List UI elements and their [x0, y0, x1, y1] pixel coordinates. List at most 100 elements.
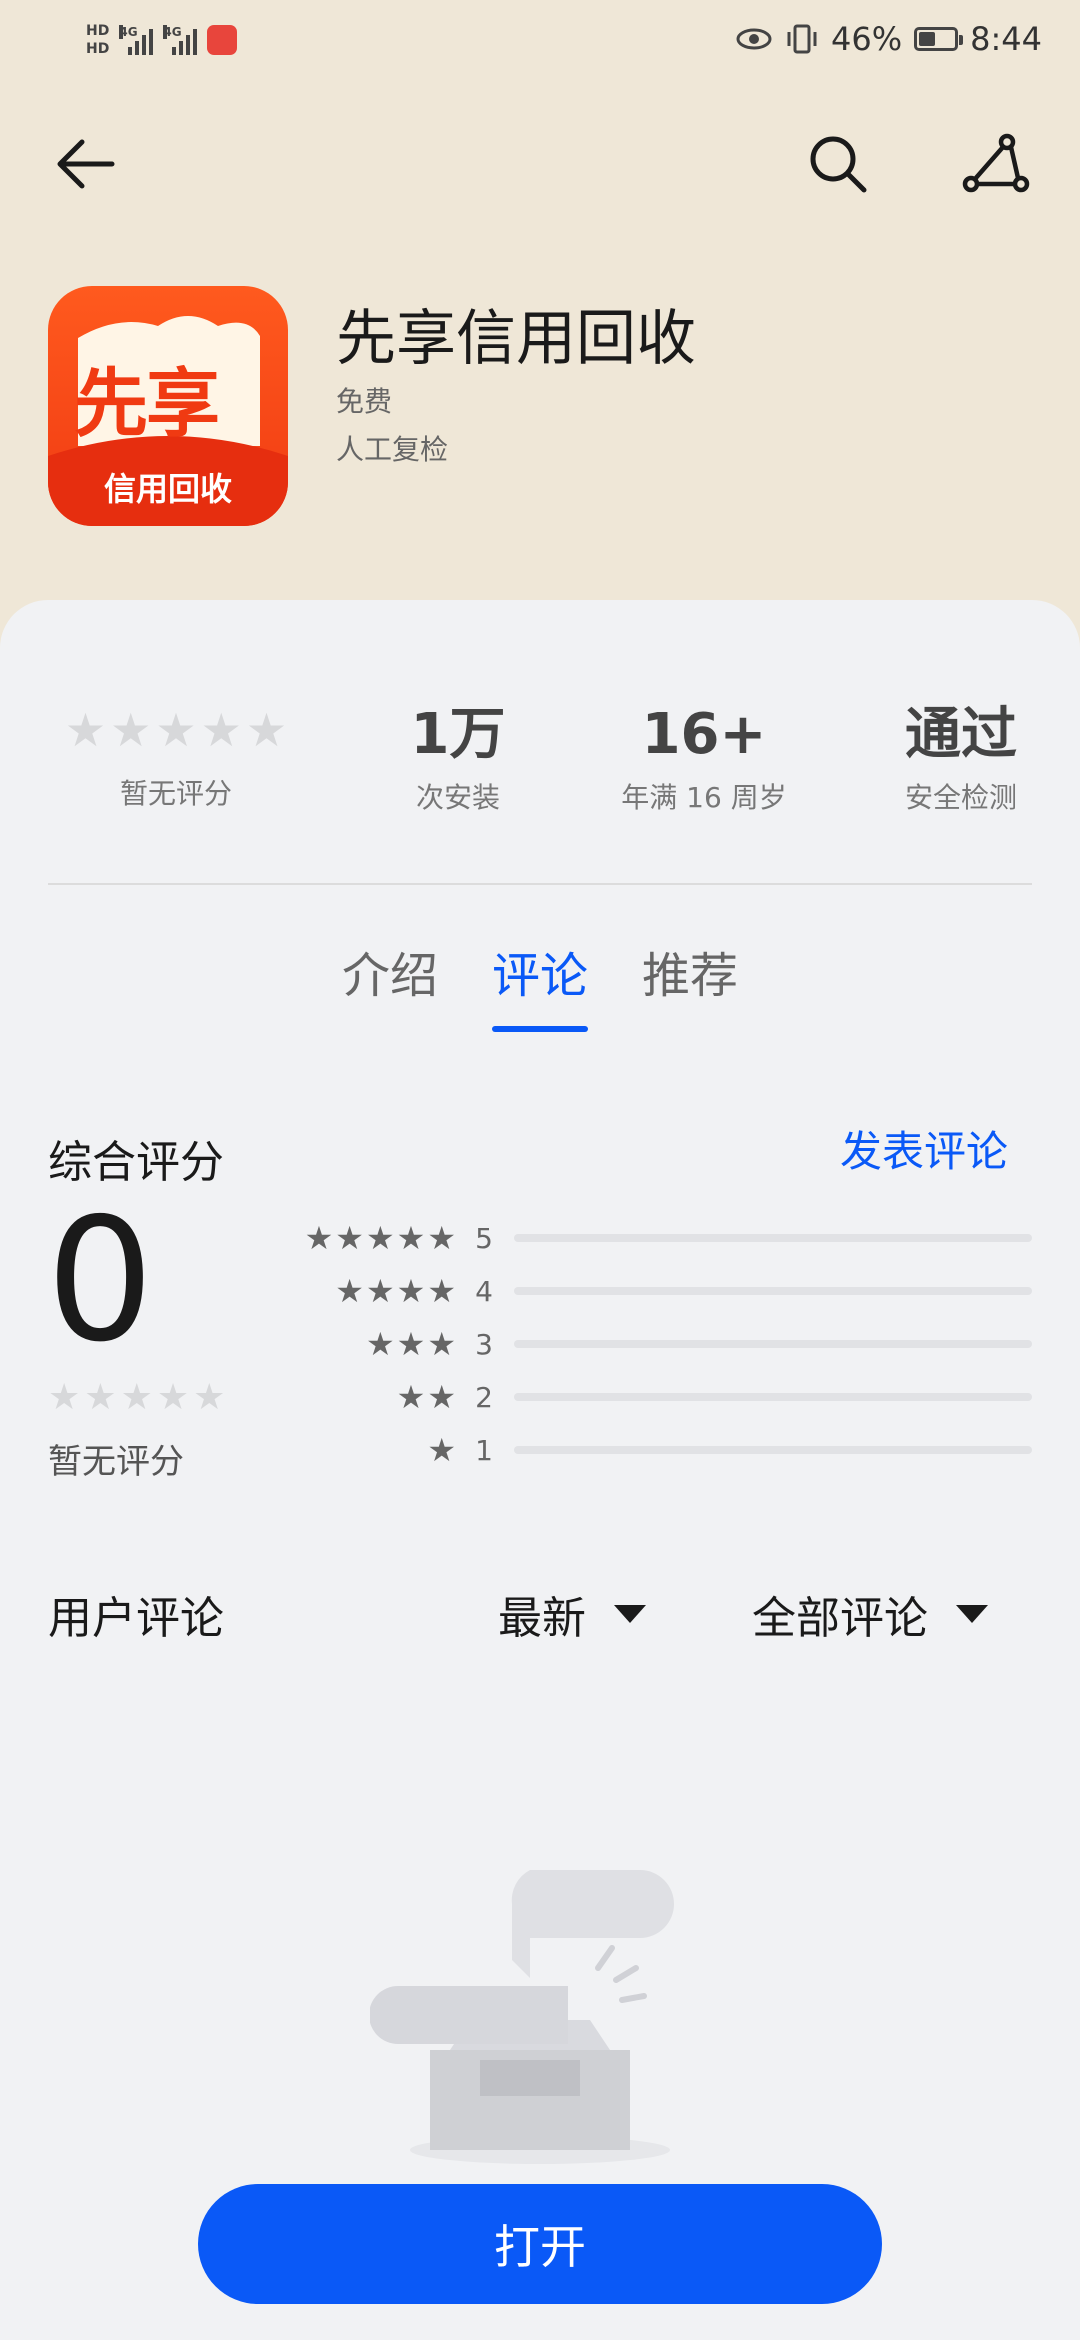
sort-label: 最新: [498, 1593, 586, 1644]
overall-score: 0: [46, 1182, 155, 1380]
app-icon-text-top: 先享: [74, 361, 220, 447]
tab-recommend[interactable]: 推荐: [642, 936, 738, 1032]
dropdown-triangle-icon: [956, 1605, 988, 1623]
hd2-label: HD: [86, 41, 110, 57]
installs-label: 次安装: [415, 781, 500, 814]
tab-reviews[interactable]: 评论: [491, 936, 589, 1032]
star-icon: ★: [48, 1377, 81, 1418]
star-icon: ★: [200, 703, 242, 757]
rating-row-number: 1: [475, 1433, 493, 1467]
no-rating-label: 暂无评分: [48, 1442, 184, 1482]
empty-comments-illustration: [370, 1870, 674, 2164]
battery-icon: [914, 27, 964, 51]
star-icon: ★: [245, 703, 288, 757]
rating-row-stars: ★: [270, 1431, 456, 1469]
dropdown-triangle-icon: [614, 1605, 646, 1623]
security-value: 通过: [905, 702, 1017, 767]
overall-stars: ★ ★ ★ ★ ★: [48, 1378, 225, 1418]
write-review-link[interactable]: 发表评论: [840, 1118, 1008, 1179]
app-review-status: 人工复检: [336, 433, 449, 466]
vibrate-icon: [787, 24, 817, 54]
rating-stars: ★ ★ ★ ★ ★: [56, 702, 296, 758]
star-icon: ★: [110, 703, 152, 757]
star-icon: ★: [365, 1272, 395, 1310]
share-icon: [962, 133, 1030, 193]
star-icon: ★: [427, 1325, 456, 1363]
eye-comfort-icon: [736, 28, 772, 50]
signal-icon: 4G: [119, 25, 154, 55]
arrow-left-icon: [57, 139, 115, 189]
rating-row-bar: [514, 1340, 1032, 1348]
age-value: 16+: [641, 702, 767, 767]
star-icon: ★: [155, 703, 197, 757]
rating-row-bar: [514, 1287, 1032, 1295]
rating-row-bar: [514, 1393, 1032, 1401]
status-right: 46% 8:44: [735, 14, 1042, 64]
star-icon: ★: [193, 1377, 226, 1418]
security-stat[interactable]: 通过 安全检测: [880, 700, 1042, 816]
star-icon: ★: [396, 1272, 426, 1310]
installs-stat: 1万 次安装: [368, 700, 548, 816]
app-title: 先享信用回收: [336, 304, 696, 374]
star-icon: ★: [335, 1272, 364, 1310]
rating-row-stars: ★ ★ ★: [270, 1325, 456, 1363]
age-stat[interactable]: 16+ 年满 16 周岁: [604, 700, 804, 816]
rating-row-number: 5: [475, 1221, 493, 1255]
star-icon: ★: [396, 1378, 426, 1416]
star-icon: ★: [427, 1219, 456, 1257]
rating-row-bar: [514, 1234, 1032, 1242]
rating-stat-label: 暂无评分: [119, 777, 232, 810]
star-icon: ★: [396, 1325, 426, 1363]
search-button[interactable]: [798, 124, 878, 204]
rating-row-number: 2: [475, 1380, 493, 1414]
battery-fill: [919, 32, 936, 46]
rating-row-3: ★ ★ ★ 3: [270, 1324, 1032, 1364]
rating-row-stars: ★ ★ ★ ★ ★: [270, 1219, 456, 1257]
signal-icon-2: 4G: [163, 25, 198, 55]
back-button[interactable]: [44, 124, 124, 204]
app-gallery-icon: [207, 25, 238, 55]
security-label: 安全检测: [904, 781, 1017, 814]
star-icon: ★: [427, 1272, 456, 1310]
star-icon: ★: [64, 703, 107, 757]
rating-row-2: ★ ★ 2: [270, 1377, 1032, 1417]
overall-rating-title: 综合评分: [48, 1137, 224, 1188]
hd-indicators: HD HD: [86, 22, 109, 58]
star-icon: ★: [365, 1219, 395, 1257]
sort-dropdown[interactable]: 最新: [498, 1582, 646, 1646]
rating-row-1: ★ 1: [270, 1430, 1032, 1470]
star-icon: ★: [365, 1325, 395, 1363]
divider: [48, 883, 1032, 885]
tab-bar: 介绍 评论 推荐: [0, 936, 1080, 1032]
network-label-2: 4G: [163, 25, 182, 39]
rating-row-stars: ★ ★ ★ ★: [270, 1272, 456, 1310]
share-button[interactable]: [956, 124, 1036, 204]
star-icon: ★: [427, 1431, 456, 1469]
search-icon: [810, 136, 867, 193]
rating-row-4: ★ ★ ★ ★ 4: [270, 1271, 1032, 1311]
app-price: 免费: [336, 385, 393, 418]
filter-label: 全部评论: [752, 1593, 928, 1644]
rating-row-number: 4: [475, 1274, 493, 1308]
star-icon: ★: [427, 1378, 456, 1416]
star-icon: ★: [396, 1219, 426, 1257]
tab-intro[interactable]: 介绍: [342, 936, 438, 1032]
star-icon: ★: [304, 1219, 334, 1257]
rating-stat[interactable]: ★ ★ ★ ★ ★ 暂无评分: [56, 702, 296, 812]
age-label: 年满 16 周岁: [621, 781, 787, 814]
network-label-1: 4G: [119, 25, 138, 39]
battery-percent: 46%: [831, 20, 903, 58]
status-bar: HD HD 4G 4G 46% 8:44: [0, 0, 1080, 80]
rating-row-number: 3: [475, 1327, 493, 1361]
rating-row-stars: ★ ★: [270, 1378, 456, 1416]
user-reviews-title: 用户评论: [48, 1593, 224, 1644]
status-left: HD HD 4G 4G: [86, 12, 238, 68]
star-icon: ★: [156, 1377, 190, 1418]
filter-dropdown[interactable]: 全部评论: [752, 1582, 988, 1646]
installs-value: 1万: [410, 702, 506, 767]
open-button[interactable]: 打开: [198, 2184, 882, 2304]
app-icon-text-bottom: 信用回收: [103, 470, 232, 508]
hd1-label: HD: [86, 23, 110, 39]
rating-row-bar: [514, 1446, 1032, 1454]
clock: 8:44: [970, 20, 1042, 58]
